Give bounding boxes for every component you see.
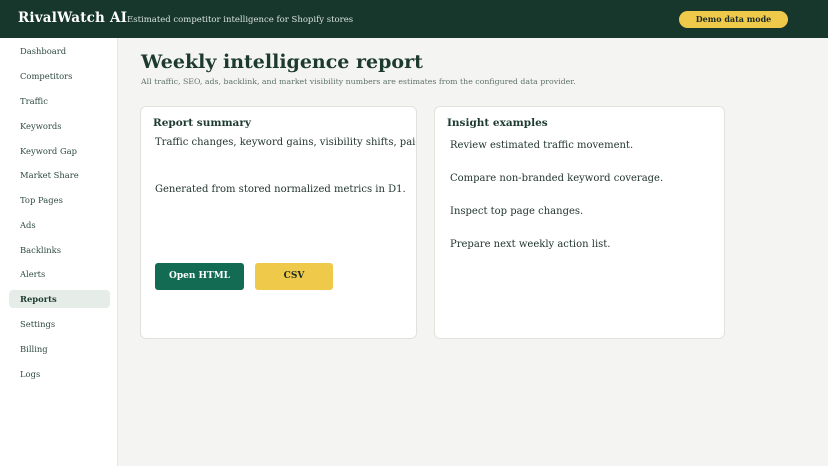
page-title: Weekly intelligence report (141, 51, 423, 73)
demo-data-mode-button[interactable]: Demo data mode (679, 11, 788, 28)
page-subtitle: All traffic, SEO, ads, backlink, and mar… (141, 77, 576, 86)
sidebar-item-backlinks[interactable]: Backlinks (9, 241, 110, 259)
insight-item: Compare non-branded keyword coverage. (450, 173, 664, 184)
report-summary-source: Generated from stored normalized metrics… (155, 184, 406, 195)
sidebar-item-top-pages[interactable]: Top Pages (9, 191, 110, 209)
report-summary-card: Report summary Traffic changes, keyword … (140, 106, 417, 339)
sidebar-item-keyword-gap[interactable]: Keyword Gap (9, 142, 110, 160)
sidebar: Dashboard Competitors Traffic Keywords K… (0, 38, 118, 466)
sidebar-item-alerts[interactable]: Alerts (9, 265, 110, 283)
sidebar-item-dashboard[interactable]: Dashboard (9, 42, 110, 60)
csv-button[interactable]: CSV (255, 263, 333, 290)
insight-examples-card: Insight examples Review estimated traffi… (434, 106, 725, 339)
sidebar-item-traffic[interactable]: Traffic (9, 92, 110, 110)
insight-item: Review estimated traffic movement. (450, 140, 634, 151)
sidebar-item-billing[interactable]: Billing (9, 340, 110, 358)
sidebar-item-ads[interactable]: Ads (9, 216, 110, 234)
insight-examples-title: Insight examples (447, 117, 548, 129)
report-summary-description: Traffic changes, keyword gains, visibili… (155, 137, 416, 148)
sidebar-item-competitors[interactable]: Competitors (9, 67, 110, 85)
sidebar-item-keywords[interactable]: Keywords (9, 117, 110, 135)
app-tagline: Estimated competitor intelligence for Sh… (127, 15, 354, 25)
report-summary-title: Report summary (153, 117, 251, 129)
insight-item: Inspect top page changes. (450, 206, 584, 217)
insight-item: Prepare next weekly action list. (450, 239, 611, 250)
open-html-button[interactable]: Open HTML (155, 263, 244, 290)
sidebar-item-settings[interactable]: Settings (9, 315, 110, 333)
top-bar: RivalWatch AI Estimated competitor intel… (0, 0, 828, 38)
sidebar-item-market-share[interactable]: Market Share (9, 166, 110, 184)
sidebar-item-logs[interactable]: Logs (9, 365, 110, 383)
sidebar-item-reports[interactable]: Reports (9, 290, 110, 308)
app-brand[interactable]: RivalWatch AI (18, 10, 127, 26)
